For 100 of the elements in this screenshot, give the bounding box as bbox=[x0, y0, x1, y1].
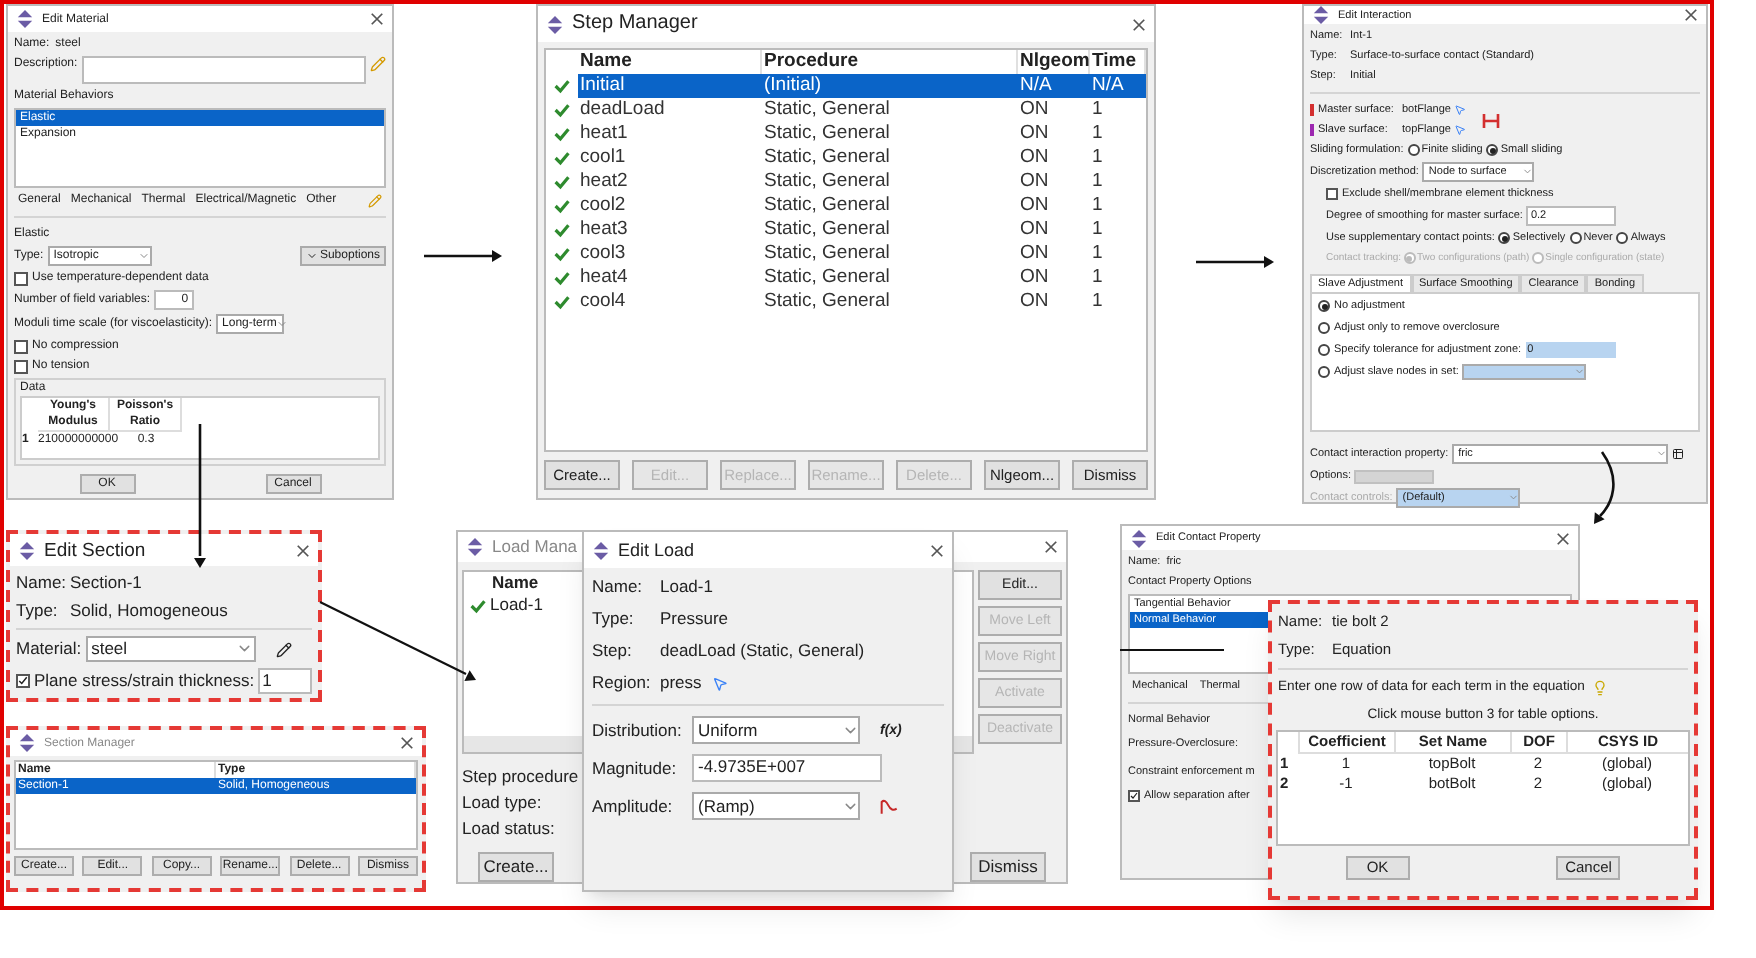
close-icon[interactable] bbox=[1556, 531, 1570, 545]
table-cell-text: Static, General bbox=[762, 266, 892, 290]
table-cell-text: 1 bbox=[1090, 290, 1105, 314]
close-icon[interactable] bbox=[400, 736, 414, 750]
diamond-icon bbox=[1312, 6, 1330, 24]
table-cell-text: heat2 bbox=[578, 170, 630, 194]
arrow bbox=[1196, 256, 1274, 268]
arrow bbox=[1594, 451, 1615, 524]
input-field[interactable]: 1 bbox=[258, 668, 312, 694]
step-row[interactable]: Initial (Initial) N/A N/A bbox=[578, 74, 1146, 98]
radio-button[interactable] bbox=[1569, 232, 1582, 244]
close-icon[interactable] bbox=[1684, 8, 1698, 22]
table-cell-text: ON bbox=[1018, 290, 1051, 314]
table-cell-text: ON bbox=[1018, 194, 1051, 218]
table-cell-text: cool3 bbox=[578, 242, 628, 266]
radio-button[interactable] bbox=[1318, 300, 1330, 312]
table-cell-text: N/A bbox=[1018, 74, 1054, 98]
table-cell-text: heat4 bbox=[578, 266, 630, 290]
checkbox[interactable] bbox=[1326, 188, 1338, 200]
diamond-icon bbox=[546, 15, 564, 33]
close-icon[interactable] bbox=[1044, 540, 1058, 555]
connector-line bbox=[1120, 648, 1224, 652]
close-icon[interactable] bbox=[1132, 17, 1146, 31]
table-cell-text: Static, General bbox=[762, 122, 892, 146]
table-cell-text: cool1 bbox=[578, 146, 628, 170]
table-cell-text: 1 bbox=[1090, 170, 1105, 194]
caret-icon bbox=[305, 250, 318, 262]
description-field[interactable] bbox=[81, 56, 366, 84]
close-icon[interactable] bbox=[296, 543, 310, 557]
checkbox[interactable] bbox=[16, 674, 30, 688]
step-row[interactable]: cool3 Static, General ON 1 bbox=[578, 242, 1146, 266]
table-cell-text: Static, General bbox=[762, 194, 892, 218]
table-icon[interactable] bbox=[1672, 448, 1685, 460]
step-row[interactable]: heat2 Static, General ON 1 bbox=[578, 170, 1146, 194]
checkbox[interactable] bbox=[14, 339, 28, 353]
arrow bbox=[424, 250, 502, 262]
chevron-down-icon bbox=[1573, 366, 1585, 378]
radio-button[interactable] bbox=[1486, 144, 1499, 156]
column-header: Name bbox=[492, 572, 539, 593]
table-cell-text: ON bbox=[1018, 218, 1051, 242]
dropdown[interactable]: (Ramp) bbox=[692, 792, 860, 820]
window-title: Step Manager bbox=[572, 12, 698, 36]
lightbulb-icon bbox=[1592, 680, 1609, 696]
label: Region: bbox=[592, 672, 653, 694]
close-icon[interactable] bbox=[370, 12, 384, 26]
dropdown[interactable]: Uniform bbox=[692, 716, 860, 744]
step-row[interactable]: heat1 Static, General ON 1 bbox=[578, 122, 1146, 146]
radio-button[interactable] bbox=[1318, 322, 1330, 334]
value: Load-1 bbox=[660, 576, 713, 598]
label: Step: bbox=[592, 640, 634, 662]
label: Material: bbox=[16, 638, 82, 660]
wave-icon[interactable] bbox=[880, 797, 900, 815]
chevron-down-icon bbox=[1521, 166, 1533, 178]
table-cell-text: Static, General bbox=[762, 146, 892, 170]
label: Load status: bbox=[462, 818, 555, 840]
step-row[interactable]: heat3 Static, General ON 1 bbox=[578, 218, 1146, 242]
button[interactable]: Dismiss bbox=[970, 852, 1046, 882]
radio-button[interactable] bbox=[1498, 232, 1511, 244]
radio-button[interactable] bbox=[1616, 232, 1629, 244]
label: Type: bbox=[592, 608, 636, 630]
edit-icon[interactable] bbox=[275, 641, 292, 657]
contact-pair-icon bbox=[1482, 113, 1501, 127]
label: Step procedure bbox=[462, 766, 579, 788]
label: Plane stress/strain thickness: bbox=[34, 670, 255, 692]
chevron-down-icon bbox=[276, 318, 289, 330]
label: Load type: bbox=[462, 792, 542, 814]
diamond-icon bbox=[466, 538, 484, 557]
table-cell-text: cool2 bbox=[578, 194, 628, 218]
step-row[interactable]: deadLoad Static, General ON 1 bbox=[578, 98, 1146, 122]
value: Pressure bbox=[660, 608, 729, 630]
close-icon[interactable] bbox=[930, 543, 944, 557]
checkbox[interactable] bbox=[14, 359, 28, 373]
radio-button[interactable] bbox=[1318, 366, 1330, 378]
table-cell-text: ON bbox=[1018, 146, 1051, 170]
button[interactable]: Create... bbox=[478, 852, 554, 882]
window-title: Load Mana bbox=[492, 536, 578, 559]
radio-button[interactable] bbox=[1318, 344, 1330, 356]
label: Name: bbox=[592, 576, 645, 598]
radio-button[interactable] bbox=[1407, 144, 1420, 156]
table-cell-text: 1 bbox=[1090, 146, 1105, 170]
table-cell-text: (Initial) bbox=[762, 74, 824, 98]
table-cell-text: cool4 bbox=[578, 290, 628, 314]
label: Amplitude: bbox=[592, 795, 675, 817]
step-row[interactable]: cool1 Static, General ON 1 bbox=[578, 146, 1146, 170]
diamond-icon bbox=[16, 10, 34, 28]
checkbox[interactable] bbox=[14, 271, 28, 285]
chevron-down-icon bbox=[1507, 492, 1519, 504]
step-row[interactable]: cool4 Static, General ON 1 bbox=[578, 290, 1146, 314]
table-cell-text: 1 bbox=[1090, 194, 1105, 218]
table-cell-text: ON bbox=[1018, 242, 1051, 266]
input-field[interactable]: -4.9735E+007 bbox=[692, 754, 882, 782]
chevron-down-icon bbox=[1655, 448, 1667, 460]
dropdown[interactable]: steel bbox=[85, 636, 256, 662]
checkmark-icon bbox=[470, 597, 486, 614]
table-cell-text: 1 bbox=[1090, 242, 1105, 266]
pointer-icon[interactable] bbox=[711, 675, 728, 691]
step-row[interactable]: heat4 Static, General ON 1 bbox=[578, 266, 1146, 290]
diamond-icon bbox=[18, 734, 36, 752]
step-row[interactable]: cool2 Static, General ON 1 bbox=[578, 194, 1146, 218]
checkbox[interactable] bbox=[1128, 790, 1140, 802]
